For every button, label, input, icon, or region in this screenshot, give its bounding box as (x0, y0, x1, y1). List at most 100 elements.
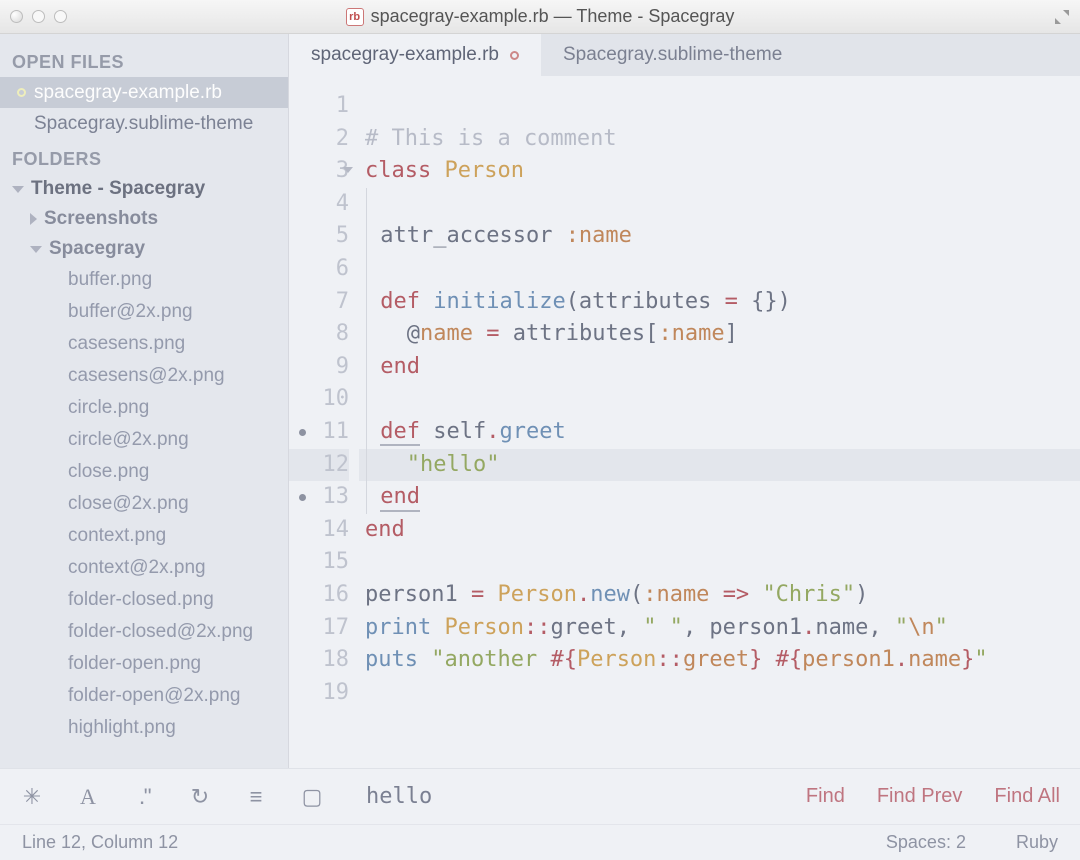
cursor-position[interactable]: Line 12, Column 12 (22, 832, 178, 853)
gutter-line[interactable]: 4 (289, 188, 349, 221)
bookmark-icon (299, 494, 306, 501)
gutter-line[interactable]: 9 (289, 351, 349, 384)
token: hello (420, 452, 486, 477)
file-item[interactable]: close.png (0, 456, 288, 488)
chevron-down-icon (12, 186, 24, 193)
token: # This is a comment (365, 126, 617, 151)
token: self (420, 419, 486, 444)
token: name, (815, 615, 894, 640)
gutter-line[interactable]: 15 (289, 546, 349, 579)
file-item[interactable]: casesens.png (0, 328, 288, 360)
find-prev-button[interactable]: Find Prev (877, 785, 963, 808)
code-line[interactable]: class Person (359, 155, 1080, 188)
gutter[interactable]: 12345678910111213141516171819 (289, 90, 359, 768)
token: name (420, 321, 473, 346)
tab[interactable]: Spacegray.sublime-theme (541, 34, 804, 76)
file-item[interactable]: folder-open.png (0, 648, 288, 680)
code-line[interactable]: attr_accessor :name (359, 220, 1080, 253)
file-item[interactable]: folder-closed.png (0, 584, 288, 616)
fold-icon[interactable] (343, 167, 353, 173)
case-sensitive-icon[interactable]: A (76, 784, 100, 810)
in-selection-icon[interactable]: ≡ (244, 784, 268, 810)
gutter-line[interactable]: 2 (289, 123, 349, 156)
subfolder-label: Spacegray (49, 238, 145, 260)
code-line[interactable] (359, 677, 1080, 710)
file-item[interactable]: folder-open@2x.png (0, 680, 288, 712)
file-item[interactable]: casesens@2x.png (0, 360, 288, 392)
gutter-line[interactable]: 1 (289, 90, 349, 123)
token: #{ (550, 647, 577, 672)
code-line[interactable]: end (359, 481, 1080, 514)
gutter-line[interactable]: 14 (289, 514, 349, 547)
file-item[interactable]: circle@2x.png (0, 424, 288, 456)
file-item[interactable]: context@2x.png (0, 552, 288, 584)
subfolder-item[interactable]: Spacegray (0, 234, 288, 264)
token: . (802, 615, 815, 640)
file-item[interactable]: buffer.png (0, 264, 288, 296)
code-editor[interactable]: 12345678910111213141516171819 # This is … (289, 76, 1080, 768)
open-file-item[interactable]: spacegray-example.rb (0, 77, 288, 108)
token: greet, (550, 615, 643, 640)
minimize-window-button[interactable] (32, 10, 45, 23)
gutter-line[interactable]: 10 (289, 383, 349, 416)
code-line[interactable]: person1 = Person.new(:name => "Chris") (359, 579, 1080, 612)
bookmark-icon (299, 429, 306, 436)
code-line[interactable] (359, 253, 1080, 286)
token: . (486, 419, 499, 444)
find-all-button[interactable]: Find All (994, 785, 1060, 808)
fullscreen-icon[interactable] (1054, 9, 1070, 25)
zoom-window-button[interactable] (54, 10, 67, 23)
gutter-line[interactable]: 19 (289, 677, 349, 710)
code-content[interactable]: # This is a comment class Person attr_acc… (359, 90, 1080, 768)
syntax-status[interactable]: Ruby (1016, 832, 1058, 853)
gutter-line[interactable]: 16 (289, 579, 349, 612)
token (749, 582, 762, 607)
code-line[interactable]: end (359, 351, 1080, 384)
wrap-icon[interactable]: ↻ (188, 784, 212, 810)
code-line[interactable]: def initialize(attributes = {}) (359, 286, 1080, 319)
whole-word-icon[interactable]: ․" (132, 784, 156, 810)
file-item[interactable]: highlight.png (0, 712, 288, 744)
gutter-line[interactable]: 18 (289, 644, 349, 677)
code-line[interactable]: # This is a comment (359, 123, 1080, 156)
tab[interactable]: spacegray-example.rb (289, 34, 541, 76)
code-line[interactable]: print Person::greet, " ", person1.name, … (359, 612, 1080, 645)
highlight-icon[interactable]: ▢ (300, 784, 324, 810)
gutter-line[interactable]: 5 (289, 220, 349, 253)
code-line[interactable] (359, 188, 1080, 221)
find-input[interactable]: hello (366, 784, 774, 809)
open-file-item[interactable]: Spacegray.sublime-theme (0, 108, 288, 139)
gutter-line[interactable]: 7 (289, 286, 349, 319)
code-line[interactable]: puts "another #{Person::greet} #{person1… (359, 644, 1080, 677)
gutter-line[interactable]: 11 (289, 416, 349, 449)
close-window-button[interactable] (10, 10, 23, 23)
code-line[interactable] (359, 383, 1080, 416)
code-line[interactable] (359, 90, 1080, 123)
gutter-line[interactable]: 6 (289, 253, 349, 286)
file-item[interactable]: circle.png (0, 392, 288, 424)
token: => (723, 582, 750, 607)
project-folder[interactable]: Theme - Spacegray (0, 174, 288, 204)
file-item[interactable]: folder-closed@2x.png (0, 616, 288, 648)
code-line[interactable]: @name = attributes[:name] (359, 318, 1080, 351)
code-line[interactable]: end (359, 514, 1080, 547)
token (473, 321, 486, 346)
gutter-line[interactable]: 12 (289, 449, 349, 482)
code-line[interactable]: def self.greet (359, 416, 1080, 449)
gutter-line[interactable]: 8 (289, 318, 349, 351)
gutter-line[interactable]: 17 (289, 612, 349, 645)
code-line[interactable] (359, 546, 1080, 579)
subfolder-item[interactable]: Screenshots (0, 204, 288, 234)
token: , person1 (683, 615, 802, 640)
file-item[interactable]: context.png (0, 520, 288, 552)
gutter-line[interactable]: 3 (289, 155, 349, 188)
code-line[interactable]: "hello" (359, 449, 1080, 482)
token: end (380, 484, 420, 512)
indentation-status[interactable]: Spaces: 2 (886, 832, 966, 853)
find-button[interactable]: Find (806, 785, 845, 808)
gutter-line[interactable]: 13 (289, 481, 349, 514)
file-item[interactable]: buffer@2x.png (0, 296, 288, 328)
token: = (471, 582, 484, 607)
file-item[interactable]: close@2x.png (0, 488, 288, 520)
regex-icon[interactable]: ✳ (20, 784, 44, 810)
